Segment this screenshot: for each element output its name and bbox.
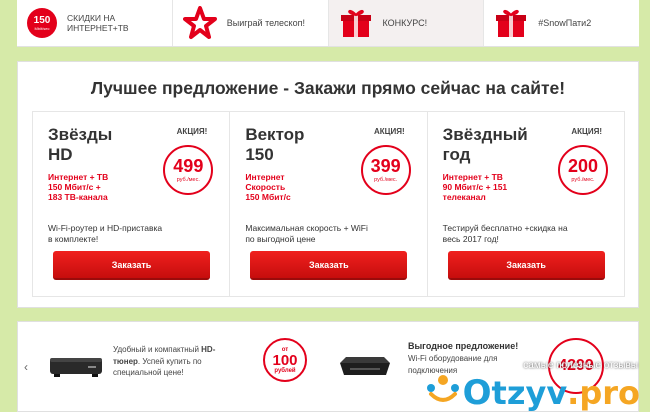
price-unit: руб./мес. [374,177,398,183]
price-circle: 200 руб./мес. [557,145,608,195]
tuner-promo-text: Удобный и компактный HD- тюнер. Успей ку… [113,344,258,379]
offer-title-line1: Звёзды [48,125,113,144]
price-value: 499 [173,156,204,176]
offer-description: Тестируй бесплатно +скидка на весь 2017 … [443,223,608,245]
feature-line: Интернет [245,172,285,182]
offers-panel: Лучшее предложение - Закажи прямо сейчас… [17,61,639,308]
logo-word: tzyv [491,373,568,412]
desc-line: Максимальная скорость + WiFi [245,223,368,233]
order-button[interactable]: Заказать [53,251,210,280]
order-button[interactable]: Заказать [250,251,408,280]
promo-line: Удобный и компактный HD- [113,344,258,356]
promo-label: АКЦИЯ! [176,127,208,136]
promo-text-bold: HD- [201,345,216,354]
tab-discounts-label: Скидки на интернет+ТВ [67,13,129,33]
offer-title-line2: 150 [245,144,274,164]
tab-contest[interactable]: КОНКУРС! [328,0,485,46]
tab-telescope-label: Выиграй телескоп! [226,18,305,28]
tab-discounts[interactable]: 150 Mbit/sec Скидки на интернет+ТВ [17,0,173,46]
promo-tabs: 150 Mbit/sec Скидки на интернет+ТВ Выигр… [17,0,639,47]
price-circle: 499 руб./мес. [163,145,214,195]
desc-line: по выгодной цене [245,234,316,245]
tuner-price-circle: от 100 рублей [263,338,307,382]
tab-contest-label: КОНКУРС! [382,18,428,28]
hd-tuner-image [48,352,104,385]
offer-cards: Звёзды HD АКЦИЯ! 499 руб./мес. Интернет … [32,111,625,297]
carousel-prev-arrow[interactable]: ‹ [24,360,28,374]
page-title: Лучшее предложение - Закажи прямо сейчас… [90,78,566,98]
tab-label-line1: Скидки на [67,12,116,23]
offer-title: Звёзды HD [48,125,148,164]
feature-line: 150 Мбит/с [245,192,291,203]
tab-snowparty-label: #SnowПати2 [538,18,592,28]
feature-line: Интернет + ТВ [48,172,109,182]
offer-features: Интернет + ТВ 150 Мбит/с + 183 ТВ-канала [48,172,148,203]
otzyv-logo-icon [423,372,463,412]
promo-line: тюнер. Успей купить по [113,356,258,368]
offer-card-zvezdy-hd: Звёзды HD АКЦИЯ! 499 руб./мес. Интернет … [33,112,231,296]
offer-card-vektor-150: Вектор 150 АКЦИЯ! 399 руб./мес. Интернет… [230,112,428,296]
offer-card-zvezdny-god: Звёздный год АКЦИЯ! 200 руб./мес. Интерн… [428,112,624,296]
promo-text-part: . Успей купить по [137,356,202,366]
price-unit: руб./мес. [176,177,200,183]
offer-title-line1: Вектор [245,125,305,144]
feature-line: 150 Мбит/с + [48,182,101,193]
desc-line: Тестируй бесплатно +скидка на [442,223,568,233]
badge-unit: Mbit/sec [34,25,50,31]
price-currency: рублей [274,367,296,374]
speed-150-badge: 150 Mbit/sec [27,8,57,38]
order-button[interactable]: Заказать [447,251,605,280]
feature-line: телеканал [442,192,486,203]
promo-text-part: Удобный и компактный [113,345,202,354]
feature-line: Скорость [245,182,286,193]
logo-letter: O [462,372,492,412]
tab-snowparty[interactable]: #SnowПати2 [484,0,639,46]
badge-number: 150 [33,14,51,26]
offer-title-line1: Звёздный [442,125,528,144]
desc-line: весь 2017 год! [442,234,499,245]
promo-line: специальной цене! [113,368,184,378]
offer-title-line2: год [442,144,471,164]
price-circle: 399 руб./мес. [360,145,411,195]
offer-description: Максимальная скорость + WiFi по выгодной… [245,223,410,245]
feature-line: 90 Мбит/с + 151 [442,182,508,193]
offer-title: Звёздный год [443,125,543,164]
watermark-slogan: самые полезные отзывы [523,360,638,371]
logo-tld: .pro [567,373,640,412]
tab-telescope[interactable]: Выиграй телескоп! [173,0,329,46]
desc-line: Wi-Fi-роутер и HD-приставка [48,223,163,233]
offer-features: Интернет + ТВ 90 Мбит/с + 151 телеканал [443,172,543,203]
price-unit: руб./мес. [571,177,595,183]
tab-label-line2: интернет+ТВ [67,23,129,33]
router-promo-title: Выгодное предложение! [408,341,519,351]
router-image [336,353,394,384]
desc-line: в комплекте! [48,234,99,245]
price-value: 399 [370,156,401,176]
promo-text-bold: тюнер [113,356,138,366]
offer-features: Интернет Скорость 150 Мбит/с [245,172,345,203]
offer-title-line2: HD [48,144,73,164]
feature-line: 183 ТВ-канала [48,192,108,203]
offer-title: Вектор 150 [245,125,345,164]
feature-line: Интернет + ТВ [442,172,503,182]
promo-label: АКЦИЯ! [373,127,405,136]
otzyv-logo: Otzyv .pro [423,372,640,412]
gift-icon [339,7,373,39]
gift-icon [494,7,528,39]
promo-label: АКЦИЯ! [571,127,602,136]
star-icon [182,6,217,40]
offer-description: Wi-Fi-роутер и HD-приставка в комплекте! [48,223,213,245]
price-value: 200 [567,156,598,176]
price-value: 100 [272,351,298,369]
